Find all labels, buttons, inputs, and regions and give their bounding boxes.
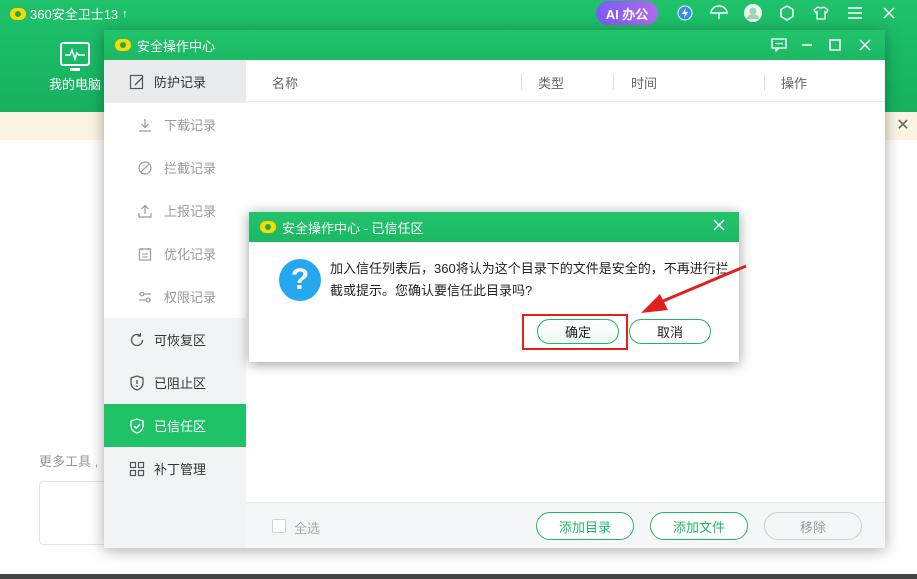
upload-icon bbox=[137, 203, 153, 219]
sliders-icon bbox=[137, 289, 153, 305]
footer-toolbar: 全选 添加目录 添加文件 移除 bbox=[246, 502, 885, 548]
maximize-icon[interactable] bbox=[820, 30, 850, 60]
feedback-icon[interactable] bbox=[764, 30, 794, 60]
upgrade-arrow-icon[interactable]: ↑ bbox=[122, 8, 128, 20]
sidebar-item-recoverable[interactable]: 可恢复区 bbox=[104, 318, 246, 361]
menu-icon[interactable] bbox=[838, 3, 872, 23]
sidebar-item-permission-log[interactable]: 权限记录 bbox=[104, 275, 246, 318]
sidebar-item-protection-log[interactable]: 防护记录 bbox=[104, 60, 246, 103]
close-icon[interactable] bbox=[850, 30, 880, 60]
column-type-header[interactable]: 类型 bbox=[538, 73, 564, 92]
question-icon: ? bbox=[279, 259, 321, 301]
sidebar-item-label: 已信任区 bbox=[154, 419, 207, 434]
sidebar-item-label: 优化记录 bbox=[164, 247, 217, 262]
security-center-title: 安全操作中心 bbox=[137, 38, 216, 54]
sidebar-item-label: 上报记录 bbox=[164, 204, 217, 219]
nav-my-pc[interactable]: 我的电脑 bbox=[40, 42, 110, 93]
sidebar-item-label: 权限记录 bbox=[164, 290, 217, 305]
sidebar: 防护记录 下载记录 拦截记录 上报记录 优化记录 权限记录 可恢复区 已阻止区 … bbox=[104, 60, 246, 548]
top-toolbar bbox=[668, 3, 906, 23]
360-logo-icon bbox=[10, 7, 26, 20]
add-directory-button[interactable]: 添加目录 bbox=[536, 512, 634, 540]
add-file-button[interactable]: 添加文件 bbox=[650, 512, 748, 540]
sidebar-item-download-log[interactable]: 下载记录 bbox=[104, 103, 246, 146]
sidebar-item-label: 拦截记录 bbox=[164, 161, 217, 176]
close-icon[interactable] bbox=[872, 3, 906, 23]
sidebar-item-label: 可恢复区 bbox=[154, 333, 207, 348]
restore-icon bbox=[129, 332, 145, 348]
cancel-button[interactable]: 取消 bbox=[629, 319, 711, 344]
sidebar-item-patch-mgmt[interactable]: 补丁管理 bbox=[104, 447, 246, 490]
360-logo-icon bbox=[260, 221, 276, 233]
nav-my-pc-label: 我的电脑 bbox=[48, 77, 101, 92]
column-separator bbox=[613, 74, 614, 90]
shirt-icon[interactable] bbox=[804, 3, 838, 23]
ai-office-button[interactable]: AI 办公 bbox=[596, 1, 658, 25]
lightning-icon[interactable] bbox=[668, 3, 702, 23]
notice-close-icon[interactable]: ✕ bbox=[893, 116, 913, 136]
column-time-header[interactable]: 时间 bbox=[631, 73, 657, 92]
taskbar-edge bbox=[0, 574, 917, 579]
security-center-titlebar: 安全操作中心 bbox=[104, 30, 885, 60]
highlight-box bbox=[522, 314, 628, 350]
dialog-titlebar: 安全操作中心 - 已信任区 bbox=[249, 212, 739, 242]
avatar-icon[interactable] bbox=[736, 3, 770, 23]
sidebar-item-label: 已阻止区 bbox=[154, 376, 207, 391]
column-action-header[interactable]: 操作 bbox=[781, 73, 807, 92]
download-icon bbox=[137, 117, 153, 133]
dialog-title: 安全操作中心 - 已信任区 bbox=[282, 220, 424, 236]
select-all-label[interactable]: 全选 bbox=[294, 518, 320, 537]
column-name-header[interactable]: 名称 bbox=[272, 73, 298, 92]
app-title-bar: 360安全卫士13 ↑ bbox=[10, 4, 128, 23]
dialog-close-icon[interactable] bbox=[709, 217, 729, 237]
sidebar-item-report-log[interactable]: 上报记录 bbox=[104, 189, 246, 232]
trust-confirm-dialog: 安全操作中心 - 已信任区 ? 加入信任列表后，360将认为这个目录下的文件是安… bbox=[249, 212, 739, 362]
calendar-icon bbox=[137, 246, 153, 262]
block-icon bbox=[137, 160, 153, 176]
dialog-message: 加入信任列表后，360将认为这个目录下的文件是安全的，不再进行拦截或提示。您确认… bbox=[330, 261, 729, 298]
column-separator bbox=[764, 74, 765, 90]
sidebar-item-trusted-zone[interactable]: 已信任区 bbox=[104, 404, 246, 447]
360-logo-icon bbox=[115, 39, 131, 51]
edit-icon bbox=[129, 74, 145, 90]
umbrella-icon[interactable] bbox=[702, 3, 736, 23]
shield-check-icon bbox=[129, 417, 145, 434]
sidebar-item-label: 防护记录 bbox=[154, 75, 207, 90]
grid-icon bbox=[129, 461, 145, 477]
shield-alert-icon bbox=[129, 374, 145, 391]
select-all-checkbox[interactable] bbox=[272, 519, 286, 533]
sidebar-item-blocked-zone[interactable]: 已阻止区 bbox=[104, 361, 246, 404]
remove-button[interactable]: 移除 bbox=[764, 512, 862, 540]
sidebar-item-optimize-log[interactable]: 优化记录 bbox=[104, 232, 246, 275]
sidebar-item-block-log[interactable]: 拦截记录 bbox=[104, 146, 246, 189]
minimize-icon[interactable] bbox=[792, 30, 822, 60]
table-header: 名称 类型 时间 操作 bbox=[246, 60, 885, 102]
app-title: 360安全卫士13 bbox=[30, 7, 119, 22]
column-separator bbox=[521, 74, 522, 90]
sidebar-item-label: 下载记录 bbox=[164, 118, 217, 133]
sidebar-item-label: 补丁管理 bbox=[154, 462, 207, 477]
more-tools-label: 更多工具 , bbox=[39, 454, 99, 469]
settings-icon[interactable] bbox=[770, 3, 804, 23]
monitor-icon bbox=[60, 42, 90, 71]
